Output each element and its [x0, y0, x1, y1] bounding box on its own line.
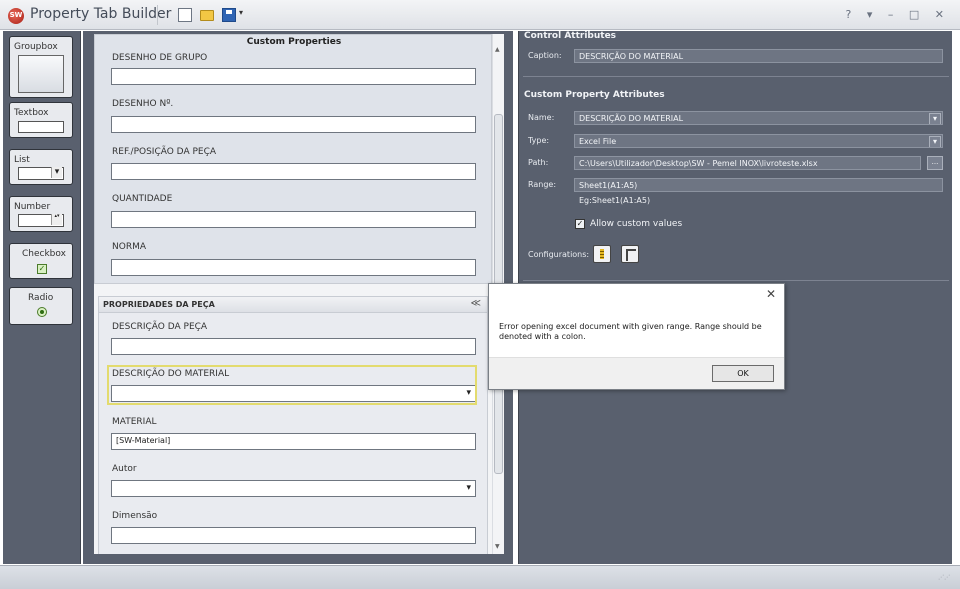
allow-custom-values-label: Allow custom values: [590, 219, 683, 229]
save-icon[interactable]: [222, 8, 236, 22]
title-separator: [157, 5, 158, 25]
app-logo-text: SW: [9, 11, 23, 19]
resize-grip-icon[interactable]: ⋰⋰: [938, 574, 950, 581]
form-title: Custom Properties: [246, 37, 342, 47]
toolbox-checkbox[interactable]: Checkbox ✓: [9, 243, 73, 279]
toolbox-number[interactable]: Number: [9, 196, 73, 232]
form-preview: Custom Properties DESENHO DE GRUPO DESEN…: [94, 34, 492, 554]
custom-property-attributes-title: Custom Property Attributes: [524, 90, 665, 100]
close-icon[interactable]: ✕: [766, 287, 776, 301]
range-label: Range:: [528, 180, 557, 189]
toolbox-groupbox[interactable]: Groupbox: [9, 36, 73, 98]
path-input[interactable]: C:\Users\Utilizador\Desktop\SW - Pemel I…: [574, 156, 921, 170]
new-document-icon[interactable]: [178, 8, 192, 22]
configurations-list-icon[interactable]: [593, 245, 611, 263]
list-preview-icon: [18, 167, 64, 180]
caption-label: Caption:: [528, 51, 562, 60]
window-controls[interactable]: ? ▾ – □ ✕: [846, 8, 950, 21]
toolbox-panel: Groupbox Textbox List Number Checkbox ✓ …: [3, 31, 81, 564]
field-label: DESCRIÇÃO DA PEÇA: [112, 322, 208, 332]
configurations-select-icon[interactable]: [621, 245, 639, 263]
toolbox-radio-label: Radio: [28, 293, 54, 303]
radio-preview-icon: [37, 307, 47, 317]
toolbox-number-label: Number: [14, 202, 51, 212]
dialog-footer: OK: [489, 357, 784, 389]
field-label: DESENHO DE GRUPO: [112, 53, 208, 63]
groupbox-custom-properties[interactable]: Custom Properties DESENHO DE GRUPO DESEN…: [94, 34, 492, 284]
ref-posicao-input[interactable]: [111, 163, 476, 180]
toolbox-list[interactable]: List: [9, 149, 73, 185]
desenho-grupo-input[interactable]: [111, 68, 476, 85]
section-divider: [523, 76, 949, 77]
error-message: Error opening excel document with given …: [499, 322, 762, 341]
section-divider: [523, 280, 949, 281]
range-hint: Eg:Sheet1(A1:A5): [579, 196, 651, 205]
selected-control-highlight: [107, 365, 477, 405]
field-label: QUANTIDADE: [112, 194, 173, 204]
field-label: REF./POSIÇÃO DA PEÇA: [112, 147, 217, 157]
number-preview-icon: [18, 214, 64, 227]
status-bar: ⋰⋰: [0, 565, 960, 589]
toolbox-list-label: List: [14, 155, 30, 165]
groupbox-propriedades-peca[interactable]: PROPRIEDADES DA PEÇA ≪ DESCRIÇÃO DA PEÇA…: [98, 296, 488, 554]
toolbox-textbox[interactable]: Textbox: [9, 102, 73, 138]
browse-button[interactable]: ...: [927, 156, 943, 170]
toolbox-radio[interactable]: Radio: [9, 287, 73, 325]
open-folder-icon[interactable]: [200, 10, 214, 21]
descricao-peca-input[interactable]: [111, 338, 476, 355]
scroll-down-arrow-icon[interactable]: ▼: [495, 543, 500, 550]
field-label: NORMA: [112, 242, 146, 252]
toolbox-checkbox-label: Checkbox: [22, 249, 66, 259]
allow-custom-values-checkbox[interactable]: ✓: [575, 219, 585, 229]
type-select[interactable]: Excel File: [574, 134, 943, 148]
scroll-up-arrow-icon[interactable]: ▲: [495, 46, 500, 53]
range-input[interactable]: Sheet1(A1:A5): [574, 178, 943, 192]
path-label: Path:: [528, 158, 549, 167]
groupbox-header[interactable]: PROPRIEDADES DA PEÇA ≪: [99, 297, 487, 313]
title-bar: SW Property Tab Builder ▾ ? ▾ – □ ✕: [0, 0, 960, 30]
dimensao-input[interactable]: [111, 527, 476, 544]
ok-button[interactable]: OK: [712, 365, 774, 382]
toolbox-groupbox-label: Groupbox: [14, 42, 58, 52]
configurations-label: Configurations:: [528, 250, 590, 259]
checkbox-preview-icon: ✓: [37, 264, 47, 274]
field-label: MATERIAL: [112, 417, 157, 427]
field-label: DESENHO Nº.: [112, 99, 174, 109]
collapse-chevron-icon[interactable]: ≪: [471, 298, 481, 309]
app-logo-icon[interactable]: SW: [8, 8, 24, 24]
textbox-preview-icon: [18, 121, 64, 133]
save-dropdown-icon[interactable]: ▾: [239, 8, 243, 17]
norma-input[interactable]: [111, 259, 476, 276]
toolbox-textbox-label: Textbox: [14, 108, 49, 118]
quantidade-input[interactable]: [111, 211, 476, 228]
control-attributes-title: Control Attributes: [524, 31, 617, 41]
app-title: Property Tab Builder: [30, 6, 172, 22]
type-label: Type:: [528, 136, 550, 145]
desenho-no-input[interactable]: [111, 116, 476, 133]
caption-input[interactable]: DESCRIÇÃO DO MATERIAL: [574, 49, 943, 63]
name-label: Name:: [528, 113, 555, 122]
field-label: Dimensão: [112, 511, 158, 521]
field-label: Autor: [112, 464, 137, 474]
material-input[interactable]: [SW-Material]: [111, 433, 476, 450]
groupbox-title: PROPRIEDADES DA PEÇA: [103, 300, 215, 309]
autor-select[interactable]: [111, 480, 476, 497]
error-dialog: ✕ Error opening excel document with give…: [488, 283, 785, 390]
name-select[interactable]: DESCRIÇÃO DO MATERIAL: [574, 111, 943, 125]
groupbox-preview-icon: [18, 55, 64, 93]
